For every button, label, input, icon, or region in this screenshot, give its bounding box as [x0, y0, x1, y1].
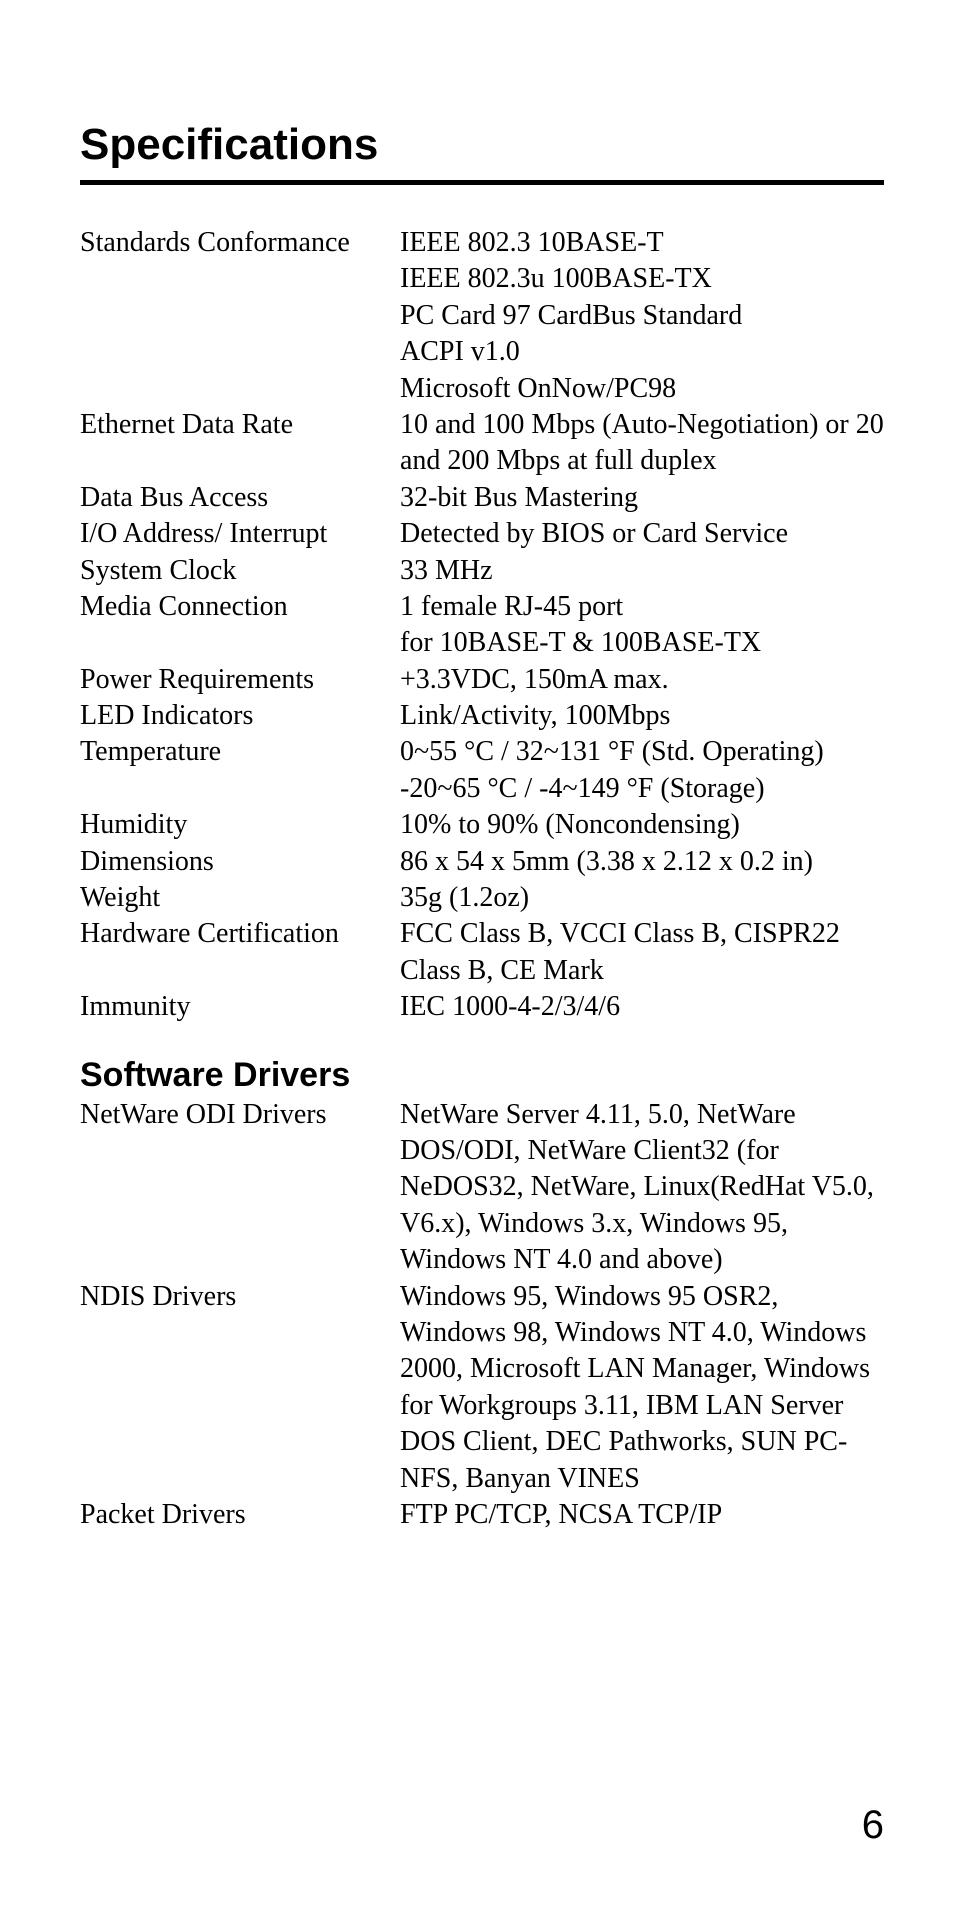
- driver-value: Windows 95, Windows 95 OSR2, Windows 98,…: [400, 1279, 884, 1497]
- driver-row: Packet DriversFTP PC/TCP, NCSA TCP/IP: [80, 1497, 884, 1533]
- spec-label: Ethernet Data Rate: [80, 407, 400, 443]
- driver-label: NetWare ODI Drivers: [80, 1097, 400, 1133]
- spec-value: +3.3VDC, 150mA max.: [400, 662, 884, 698]
- spec-row: Ethernet Data Rate10 and 100 Mbps (Auto-…: [80, 407, 884, 480]
- title-rule: [80, 180, 884, 185]
- spec-value: 1 female RJ-45 portfor 10BASE-T & 100BAS…: [400, 589, 884, 662]
- driver-row: NDIS DriversWindows 95, Windows 95 OSR2,…: [80, 1279, 884, 1497]
- spec-value: 0~55 °C / 32~131 °F (Std. Operating)-20~…: [400, 734, 884, 807]
- spec-row: Hardware CertificationFCC Class B, VCCI …: [80, 916, 884, 989]
- spec-row: Power Requirements+3.3VDC, 150mA max.: [80, 662, 884, 698]
- spec-label: Power Requirements: [80, 662, 400, 698]
- spec-row: Weight35g (1.2oz): [80, 880, 884, 916]
- spec-row: Data Bus Access32-bit Bus Mastering: [80, 480, 884, 516]
- spec-value: 35g (1.2oz): [400, 880, 884, 916]
- spec-row: System Clock33 MHz: [80, 553, 884, 589]
- spec-value: 10 and 100 Mbps (Auto-Negotiation) or 20…: [400, 407, 884, 480]
- spec-label: I/O Address/ Interrupt: [80, 516, 400, 552]
- spec-value: FCC Class B, VCCI Class B, CISPR22 Class…: [400, 916, 884, 989]
- spec-label: Temperature: [80, 734, 400, 770]
- spec-value: Link/Activity, 100Mbps: [400, 698, 884, 734]
- driver-value: NetWare Server 4.11, 5.0, NetWare DOS/OD…: [400, 1097, 884, 1279]
- spec-label: System Clock: [80, 553, 400, 589]
- spec-label: Humidity: [80, 807, 400, 843]
- spec-label: Hardware Certification: [80, 916, 400, 952]
- spec-value: 33 MHz: [400, 553, 884, 589]
- driver-row: NetWare ODI DriversNetWare Server 4.11, …: [80, 1097, 884, 1279]
- spec-row: Humidity10% to 90% (Noncondensing): [80, 807, 884, 843]
- spec-value: 86 x 54 x 5mm (3.38 x 2.12 x 0.2 in): [400, 844, 884, 880]
- spec-label: Dimensions: [80, 844, 400, 880]
- page-number: 6: [862, 1803, 884, 1848]
- spec-row: LED IndicatorsLink/Activity, 100Mbps: [80, 698, 884, 734]
- specs-list: Standards ConformanceIEEE 802.3 10BASE-T…: [80, 225, 884, 1026]
- driver-label: NDIS Drivers: [80, 1279, 400, 1315]
- spec-row: Temperature0~55 °C / 32~131 °F (Std. Ope…: [80, 734, 884, 807]
- spec-value: IEEE 802.3 10BASE-TIEEE 802.3u 100BASE-T…: [400, 225, 884, 407]
- spec-row: Media Connection1 female RJ-45 portfor 1…: [80, 589, 884, 662]
- spec-row: Standards ConformanceIEEE 802.3 10BASE-T…: [80, 225, 884, 407]
- spec-value: IEC 1000-4-2/3/4/6: [400, 989, 884, 1025]
- page: Specifications Standards ConformanceIEEE…: [0, 0, 954, 1908]
- page-title: Specifications: [80, 120, 884, 170]
- spec-label: Standards Conformance: [80, 225, 400, 261]
- spec-label: LED Indicators: [80, 698, 400, 734]
- driver-value: FTP PC/TCP, NCSA TCP/IP: [400, 1497, 884, 1533]
- spec-label: Media Connection: [80, 589, 400, 625]
- drivers-list: NetWare ODI DriversNetWare Server 4.11, …: [80, 1097, 884, 1534]
- spec-value: 32-bit Bus Mastering: [400, 480, 884, 516]
- spec-value: Detected by BIOS or Card Service: [400, 516, 884, 552]
- spec-label: Weight: [80, 880, 400, 916]
- software-drivers-heading: Software Drivers: [80, 1056, 884, 1095]
- spec-row: Dimensions86 x 54 x 5mm (3.38 x 2.12 x 0…: [80, 844, 884, 880]
- driver-label: Packet Drivers: [80, 1497, 400, 1533]
- spec-label: Data Bus Access: [80, 480, 400, 516]
- spec-label: Immunity: [80, 989, 400, 1025]
- spec-row: I/O Address/ InterruptDetected by BIOS o…: [80, 516, 884, 552]
- spec-row: ImmunityIEC 1000-4-2/3/4/6: [80, 989, 884, 1025]
- spec-value: 10% to 90% (Noncondensing): [400, 807, 884, 843]
